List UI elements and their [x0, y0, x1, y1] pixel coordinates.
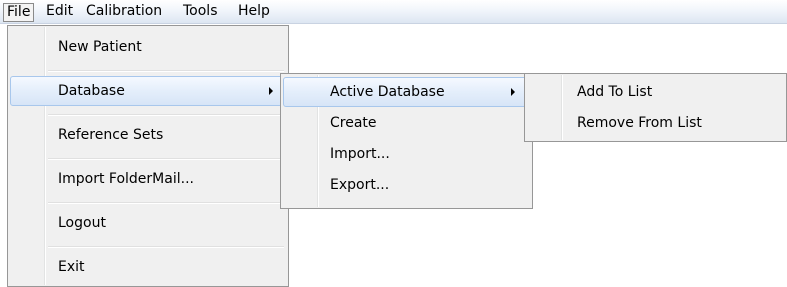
- menu-item-logout[interactable]: Logout: [10, 208, 286, 238]
- menu-separator: [48, 246, 284, 248]
- menu-item-create[interactable]: Create: [283, 108, 530, 138]
- menu-item-label: Active Database: [330, 84, 445, 100]
- menu-item-label: Create: [330, 115, 377, 131]
- menu-separator: [48, 158, 284, 160]
- menu-separator: [48, 70, 284, 72]
- database-submenu: Active Database Create Import... Export.…: [280, 73, 533, 209]
- menu-item-import-foldermail[interactable]: Import FolderMail...: [10, 164, 286, 194]
- menu-separator: [48, 114, 284, 116]
- active-database-submenu: Add To List Remove From List: [524, 73, 787, 142]
- menu-item-reference-sets[interactable]: Reference Sets: [10, 120, 286, 150]
- menu-item-label: New Patient: [58, 39, 142, 55]
- menu-item-label: Add To List: [577, 84, 653, 100]
- menu-calibration[interactable]: Calibration: [86, 0, 162, 24]
- menu-item-label: Exit: [58, 259, 85, 275]
- menu-item-label: Logout: [58, 215, 106, 231]
- menu-item-label: Import...: [330, 146, 390, 162]
- menu-help[interactable]: Help: [238, 0, 270, 24]
- menu-item-label: Import FolderMail...: [58, 171, 194, 187]
- menu-item-exit[interactable]: Exit: [10, 252, 286, 282]
- menu-file[interactable]: File: [3, 3, 35, 22]
- menu-item-add-to-list[interactable]: Add To List: [527, 77, 784, 107]
- menu-edit[interactable]: Edit: [46, 0, 73, 24]
- menu-item-remove-from-list[interactable]: Remove From List: [527, 108, 784, 138]
- menu-item-new-patient[interactable]: New Patient: [10, 32, 286, 62]
- menu-item-label: Export...: [330, 177, 390, 193]
- chevron-right-icon: [269, 87, 273, 95]
- menu-item-active-database[interactable]: Active Database: [283, 77, 530, 107]
- menu-tools[interactable]: Tools: [183, 0, 218, 24]
- file-menu: New Patient Database Reference Sets Impo…: [7, 25, 289, 287]
- menu-item-database[interactable]: Database: [10, 76, 286, 106]
- chevron-right-icon: [511, 88, 515, 96]
- menu-separator: [48, 202, 284, 204]
- menu-item-label: Reference Sets: [58, 127, 164, 143]
- menu-item-label: Database: [58, 83, 125, 99]
- menu-item-export[interactable]: Export...: [283, 170, 530, 200]
- menu-bar: File Edit Calibration Tools Help: [0, 0, 787, 24]
- menu-item-import[interactable]: Import...: [283, 139, 530, 169]
- menu-item-label: Remove From List: [577, 115, 702, 131]
- menu-gutter-highlight: [45, 27, 46, 285]
